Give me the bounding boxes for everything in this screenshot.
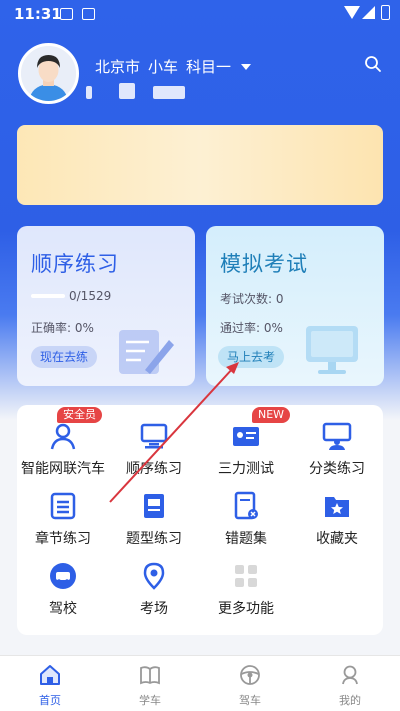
nav-me[interactable]: 我的 — [300, 656, 400, 711]
list-doc-icon — [50, 492, 76, 520]
grid-item-label: 章节练习 — [35, 531, 91, 547]
grid-item-label: 更多功能 — [218, 601, 274, 617]
avatar[interactable] — [18, 43, 79, 104]
notepad-pen-icon — [119, 330, 174, 374]
monitor-icon — [140, 423, 168, 449]
grid-item-label: 题型练习 — [126, 531, 182, 547]
id-card-icon — [233, 427, 259, 446]
card-title: 模拟考试 — [220, 252, 308, 276]
nav-label: 我的 — [339, 694, 361, 707]
status-time: 11:31 — [14, 5, 62, 23]
feature-grid: 安全员 智能网联汽车 顺序练习 NEW 三力测试 分类练习 章节练习 题型练习 … — [17, 405, 383, 635]
user-icon — [342, 665, 358, 685]
person-icon — [50, 423, 76, 450]
doc-icon — [144, 494, 164, 518]
grid-item-question-type[interactable]: 题型练习 — [108, 479, 200, 547]
accuracy-text: 正确率: 0% — [31, 321, 94, 335]
nav-label: 首页 — [39, 694, 61, 707]
grid-item-label: 驾校 — [49, 601, 77, 617]
subject-label[interactable]: 科目一 — [186, 56, 231, 77]
nav-drive[interactable]: 驾车 — [200, 656, 300, 711]
badge-mark — [153, 86, 185, 99]
classroom-icon — [322, 422, 352, 450]
wifi-icon — [344, 6, 360, 19]
more-grid-icon — [235, 565, 257, 587]
grid-item-wrong-questions[interactable]: 错题集 — [200, 479, 292, 547]
grid-item-label: 考场 — [140, 601, 168, 617]
steering-wheel-icon — [240, 665, 260, 685]
nav-learn[interactable]: 学车 — [100, 656, 200, 711]
battery-icon — [381, 5, 390, 20]
take-exam-button[interactable]: 马上去考 — [218, 346, 285, 368]
grid-badge: 安全员 — [57, 407, 102, 423]
badge-mark — [86, 86, 92, 99]
nav-label: 驾车 — [239, 694, 261, 707]
monitor-icon — [306, 326, 358, 374]
nav-home[interactable]: 首页 — [0, 656, 100, 711]
sequential-practice-card[interactable]: 顺序练习 0/1529 正确率: 0% 现在去练 — [17, 226, 195, 386]
city-label[interactable]: 北京市 — [95, 56, 140, 77]
grid-item-three-ability[interactable]: NEW 三力测试 — [200, 407, 292, 477]
grid-item-label: 分类练习 — [309, 461, 365, 477]
wrong-book-icon — [234, 491, 258, 520]
grid-item-exam-site[interactable]: 考场 — [108, 549, 200, 617]
badge-mark — [119, 83, 135, 99]
vehicle-label[interactable]: 小车 — [148, 56, 178, 77]
grid-item-favorites[interactable]: 收藏夹 — [291, 479, 383, 547]
grid-item-label: 三力测试 — [218, 461, 274, 477]
grid-badge: NEW — [252, 407, 291, 423]
promo-banner[interactable] — [17, 125, 383, 205]
signal-icon — [362, 6, 375, 19]
grid-item-smart-car[interactable]: 安全员 智能网联汽车 — [17, 407, 109, 477]
practice-progress-bar — [31, 294, 65, 298]
practice-now-button[interactable]: 现在去练 — [31, 346, 98, 368]
star-folder-icon — [325, 497, 349, 517]
app-notification-icon — [82, 8, 95, 20]
status-bar: 11:31 — [0, 0, 400, 28]
grid-item-label: 智能网联汽车 — [21, 461, 105, 477]
grid-item-label: 错题集 — [225, 531, 267, 547]
grid-item-label: 收藏夹 — [316, 531, 358, 547]
pass-rate-text: 通过率: 0% — [220, 321, 283, 335]
exam-count-text: 考试次数: 0 — [220, 292, 284, 306]
grid-item-chapter[interactable]: 章节练习 — [17, 479, 109, 547]
book-icon — [140, 666, 160, 685]
grid-item-category[interactable]: 分类练习 — [291, 409, 383, 477]
grid-item-sequential[interactable]: 顺序练习 — [108, 409, 200, 477]
practice-progress-text: 0/1529 — [69, 289, 112, 303]
grid-item-more[interactable]: 更多功能 — [200, 549, 292, 617]
nav-label: 学车 — [139, 694, 161, 707]
location-icon — [143, 562, 165, 590]
search-icon[interactable] — [364, 55, 382, 73]
chevron-down-icon[interactable] — [241, 63, 252, 70]
grid-item-driving-school[interactable]: 驾校 — [17, 549, 109, 617]
mock-exam-card[interactable]: 模拟考试 考试次数: 0 通过率: 0% 马上去考 — [206, 226, 384, 386]
bottom-nav: 首页 学车 驾车 我的 — [0, 655, 400, 711]
home-icon — [40, 665, 60, 685]
grid-item-label: 顺序练习 — [126, 461, 182, 477]
gallery-notification-icon — [60, 8, 73, 20]
card-title: 顺序练习 — [31, 252, 119, 276]
region-selector[interactable]: 北京市 小车 科目一 — [95, 56, 252, 77]
car-icon — [50, 563, 76, 589]
